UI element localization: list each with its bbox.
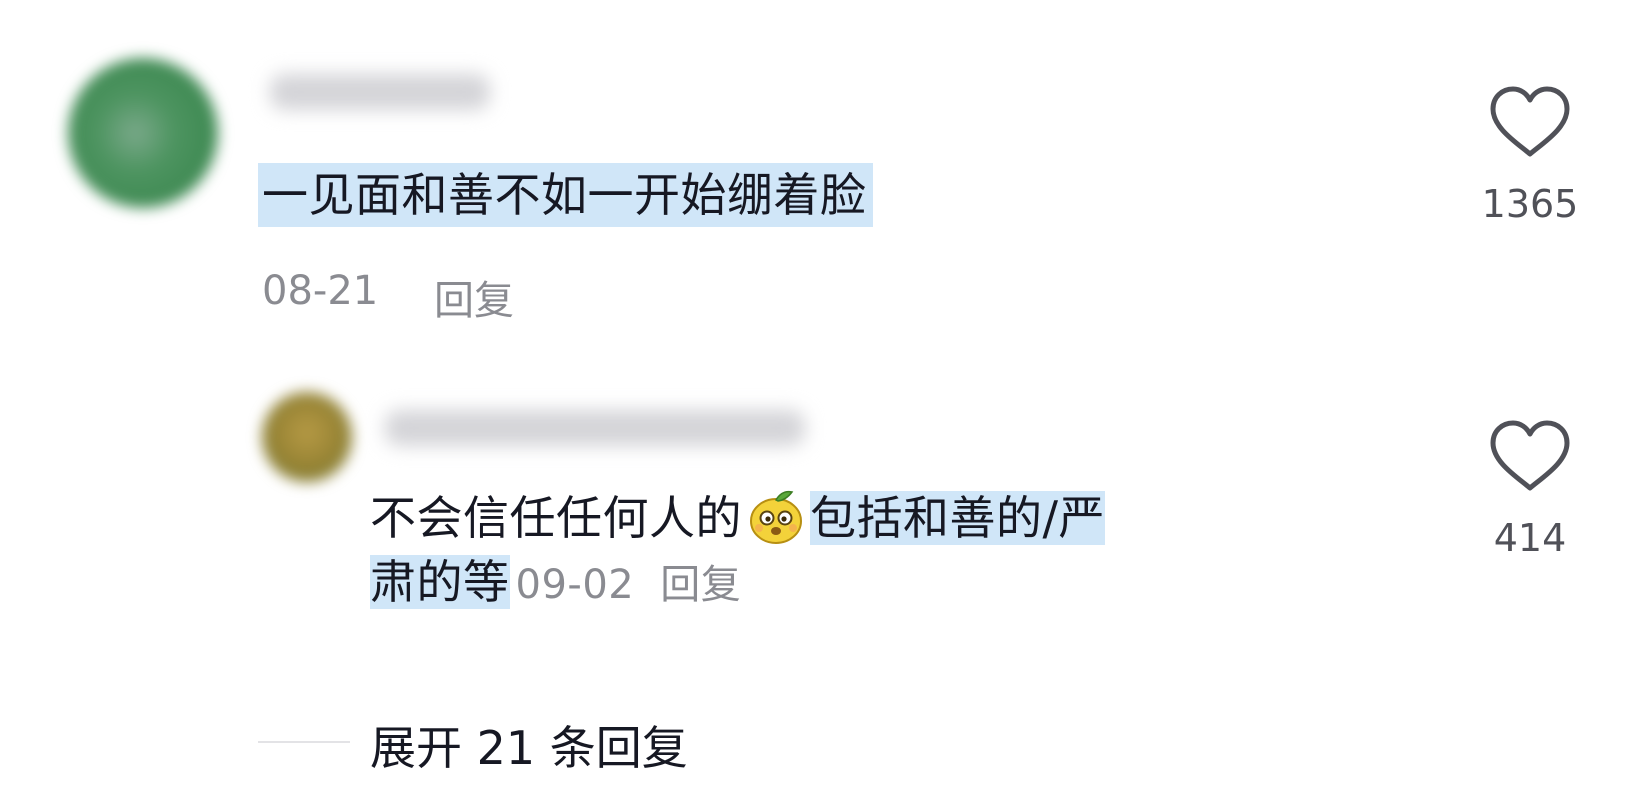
reply-date: 09-02	[515, 562, 635, 608]
heart-outline-icon	[1490, 420, 1570, 491]
comment-date: 08-21	[262, 268, 379, 314]
expand-replies-button[interactable]: 展开 21 条回复	[370, 712, 688, 778]
commenter-avatar[interactable]	[68, 58, 218, 208]
comment-like-button[interactable]: 1365	[1475, 84, 1585, 226]
comment-reply-button[interactable]: 回复	[434, 268, 514, 326]
reply-text-highlight-2: 肃的等	[370, 555, 510, 609]
comment-like-count: 1365	[1481, 182, 1579, 226]
reply-content: 不会信任任何人的 包括和善的/严 肃的等 09-02 回复	[370, 486, 1370, 617]
reply-like-button[interactable]: 414	[1475, 418, 1585, 560]
expand-divider	[258, 741, 350, 743]
replier-avatar[interactable]	[262, 392, 352, 482]
reply-line-1: 不会信任任何人的 包括和善的/严	[370, 486, 1370, 550]
reply-reply-button[interactable]: 回复	[660, 562, 741, 608]
heart-outline-icon	[1490, 86, 1570, 157]
replier-username[interactable]	[385, 410, 805, 446]
reply-line-2: 肃的等 09-02 回复	[370, 550, 1370, 617]
reply-text-start: 不会信任任何人的	[370, 491, 742, 545]
comment-text: 一见面和善不如一开始绷着脸	[258, 163, 873, 227]
reply-text-highlight-1: 包括和善的/严	[810, 491, 1105, 545]
pear-face-emoji-icon	[746, 486, 806, 546]
commenter-username[interactable]	[270, 74, 490, 110]
reply-like-count: 414	[1493, 516, 1567, 560]
